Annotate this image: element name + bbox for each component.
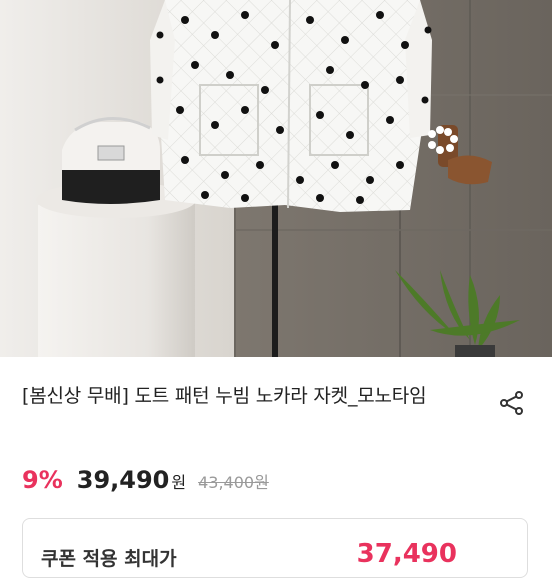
currency-unit: 원 — [171, 473, 187, 492]
discount-rate: 9% — [22, 466, 63, 494]
share-button[interactable] — [496, 387, 528, 419]
product-photo-illustration — [0, 0, 552, 357]
product-image[interactable] — [0, 0, 552, 357]
coupon-box[interactable]: 쿠폰 적용 최대가 37,490 — [22, 518, 528, 578]
price-row: 9% 39,490 원 43,400원 — [22, 466, 269, 500]
product-title: [봄신상 무배] 도트 패턴 누빔 노카라 자켓_모노타임 — [22, 385, 427, 407]
sale-price: 39,490 — [76, 466, 170, 494]
coupon-price: 37,490 — [356, 539, 457, 569]
share-icon — [500, 391, 523, 415]
coupon-label: 쿠폰 적용 최대가 — [41, 548, 177, 570]
original-price: 43,400원 — [198, 473, 269, 492]
